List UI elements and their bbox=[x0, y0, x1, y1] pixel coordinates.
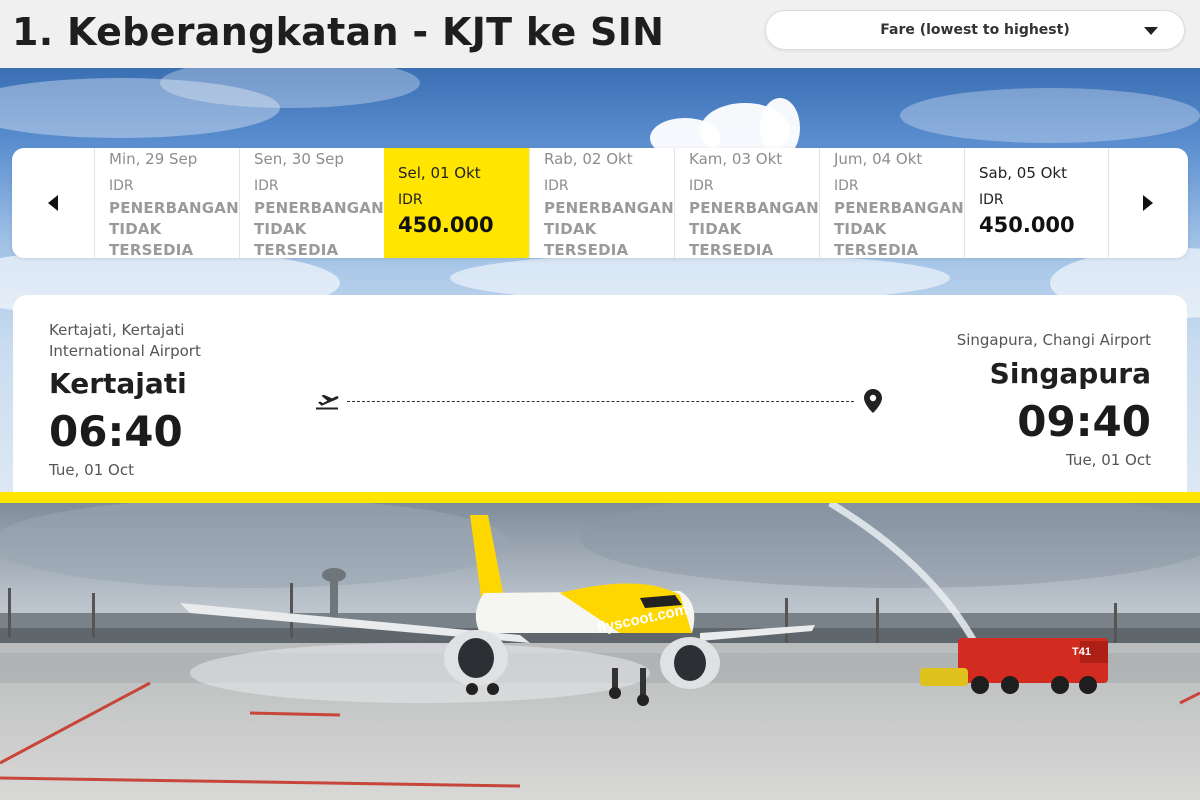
date-label: Min, 29 Sep bbox=[109, 150, 198, 168]
date-tab-05-okt[interactable]: Sab, 05 Okt IDR 450.000 bbox=[964, 148, 1109, 258]
date-label: Jum, 04 Okt bbox=[834, 150, 923, 168]
date-label: Sab, 05 Okt bbox=[979, 164, 1068, 182]
date-carousel: Min, 29 Sep IDR PENERBANGAN TIDAK TERSED… bbox=[12, 148, 1188, 258]
fare-price: 450.000 bbox=[398, 213, 494, 237]
sort-selected-value: Fare (lowest to highest) bbox=[880, 22, 1070, 38]
location-pin-icon bbox=[864, 389, 882, 413]
sort-dropdown[interactable]: Fare (lowest to highest) bbox=[765, 10, 1185, 50]
unavailable-text: PENERBANGAN TIDAK TERSEDIA bbox=[834, 199, 964, 258]
flight-card[interactable]: Kertajati, Kertajati International Airpo… bbox=[13, 295, 1187, 495]
chevron-left-icon bbox=[48, 195, 58, 211]
date-tab-02-okt[interactable]: Rab, 02 Okt IDR PENERBANGAN TIDAK TERSED… bbox=[529, 148, 674, 258]
currency-label: IDR bbox=[544, 178, 569, 194]
truck-label: T41 bbox=[1072, 646, 1091, 658]
route-line bbox=[347, 401, 854, 402]
date-label: Kam, 03 Okt bbox=[689, 150, 783, 168]
date-tab-01-okt[interactable]: Sel, 01 Okt IDR 450.000 bbox=[384, 148, 529, 258]
unavailable-text: PENERBANGAN TIDAK TERSEDIA bbox=[109, 199, 239, 258]
brand-yellow-divider bbox=[0, 492, 1200, 503]
currency-label: IDR bbox=[109, 178, 134, 194]
date-tab-30-sep[interactable]: Sen, 30 Sep IDR PENERBANGAN TIDAK TERSED… bbox=[239, 148, 384, 258]
departure-date: Tue, 01 Oct bbox=[49, 461, 134, 479]
date-tab-29-sep[interactable]: Min, 29 Sep IDR PENERBANGAN TIDAK TERSED… bbox=[94, 148, 239, 258]
unavailable-text: PENERBANGAN TIDAK TERSEDIA bbox=[689, 199, 819, 258]
origin-airport: Kertajati, Kertajati International Airpo… bbox=[49, 321, 201, 360]
unavailable-text: PENERBANGAN TIDAK TERSEDIA bbox=[254, 199, 384, 258]
caret-down-icon bbox=[1144, 27, 1158, 35]
departure-time: 06:40 bbox=[49, 407, 183, 456]
date-label: Sen, 30 Sep bbox=[254, 150, 344, 168]
origin-city: Kertajati bbox=[49, 367, 187, 400]
destination-city: Singapura bbox=[989, 357, 1151, 390]
currency-label: IDR bbox=[834, 178, 859, 194]
chevron-right-icon bbox=[1143, 195, 1153, 211]
arrival-date: Tue, 01 Oct bbox=[1066, 451, 1151, 469]
date-label: Sel, 01 Okt bbox=[398, 164, 481, 182]
aircraft-water-salute-photo: flyscoot.com T41 bbox=[0, 503, 1200, 800]
arrival-time: 09:40 bbox=[1017, 397, 1151, 446]
date-tab-04-okt[interactable]: Jum, 04 Okt IDR PENERBANGAN TIDAK TERSED… bbox=[819, 148, 964, 258]
currency-label: IDR bbox=[254, 178, 279, 194]
currency-label: IDR bbox=[689, 178, 714, 194]
prev-dates-button[interactable] bbox=[12, 148, 94, 258]
plane-takeoff-icon bbox=[316, 394, 339, 410]
fare-price: 450.000 bbox=[979, 213, 1075, 237]
date-tab-03-okt[interactable]: Kam, 03 Okt IDR PENERBANGAN TIDAK TERSED… bbox=[674, 148, 819, 258]
next-dates-button[interactable] bbox=[1108, 148, 1188, 258]
currency-label: IDR bbox=[398, 192, 423, 208]
unavailable-text: PENERBANGAN TIDAK TERSEDIA bbox=[544, 199, 674, 258]
photo-illustration: flyscoot.com T41 bbox=[0, 503, 1200, 800]
header: 1. Keberangkatan - KJT ke SIN Fare (lowe… bbox=[0, 0, 1200, 68]
currency-label: IDR bbox=[979, 192, 1004, 208]
destination-airport: Singapura, Changi Airport bbox=[956, 331, 1151, 349]
date-label: Rab, 02 Okt bbox=[544, 150, 633, 168]
page-title: 1. Keberangkatan - KJT ke SIN bbox=[12, 10, 665, 54]
